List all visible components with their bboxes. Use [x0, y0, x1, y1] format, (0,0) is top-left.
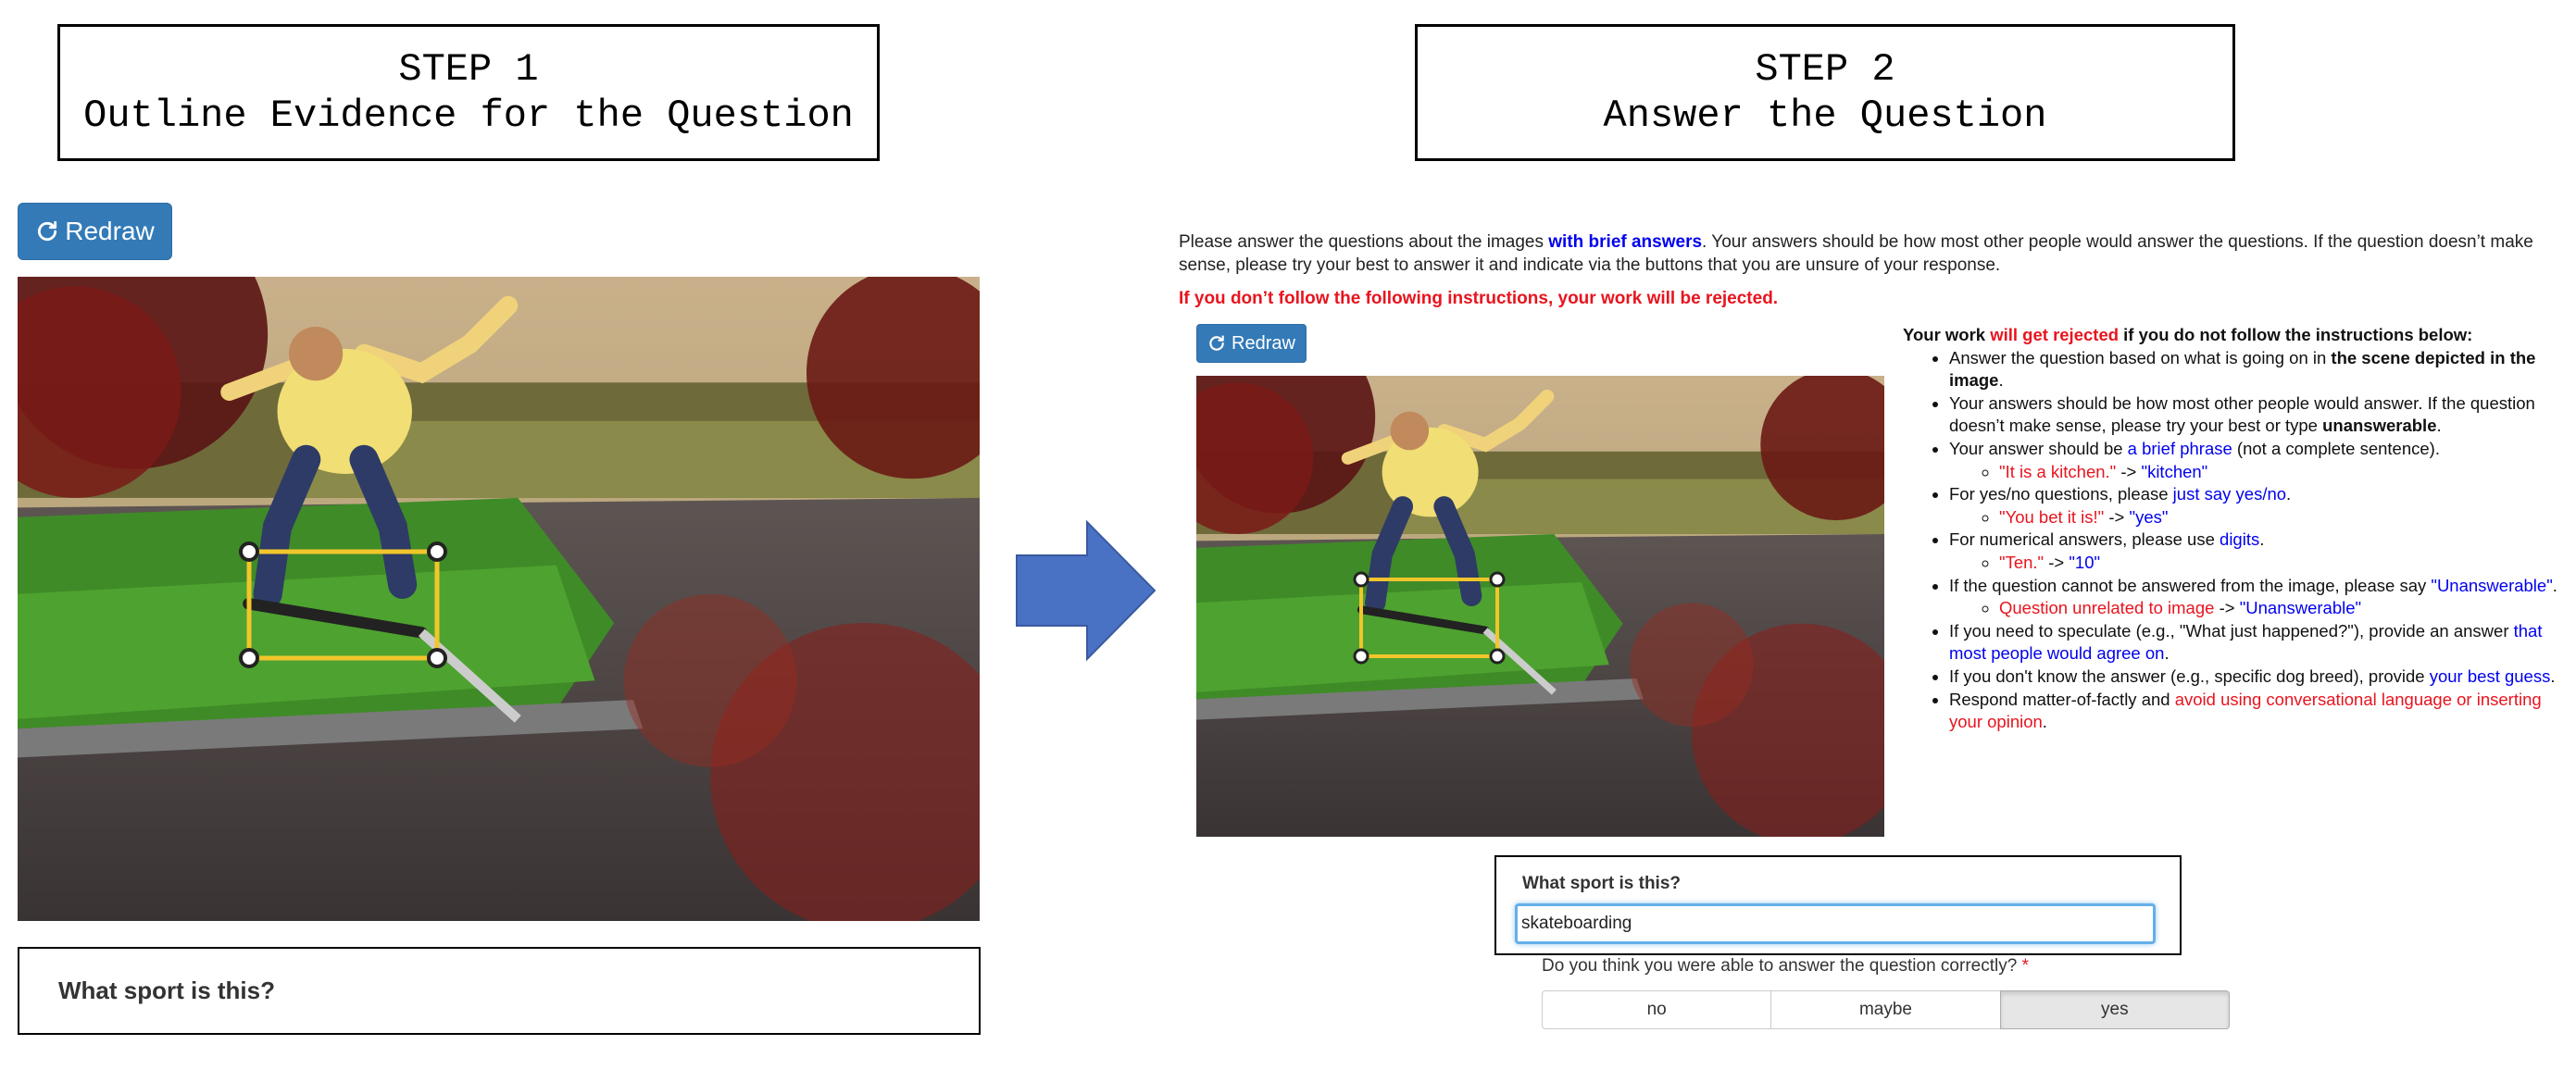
confidence-question: Do you think you were able to answer the…	[1542, 956, 2029, 976]
rule-item: If the question cannot be answered from …	[1949, 575, 2560, 620]
step2-title: STEP 2	[1755, 47, 1895, 92]
answer-input[interactable]	[1515, 903, 2156, 944]
rule-item: Your answers should be how most other pe…	[1949, 392, 2560, 438]
rule-item: Your answer should be a brief phrase (no…	[1949, 438, 2560, 483]
option-maybe-button[interactable]: maybe	[1770, 990, 2001, 1029]
step1-header: STEP 1 Outline Evidence for the Question	[57, 24, 880, 161]
rule-item: For numerical answers, please use digits…	[1949, 529, 2560, 574]
option-no-button[interactable]: no	[1542, 990, 1772, 1029]
right-arrow-icon	[1016, 520, 1157, 661]
step1-title: STEP 1	[398, 47, 539, 92]
rejection-warning: If you don’t follow the following instru…	[1179, 289, 1779, 308]
evidence-box-right[interactable]	[1196, 376, 1884, 837]
redraw-label: Redraw	[1232, 332, 1295, 354]
scene-image-right[interactable]	[1196, 376, 1884, 837]
rule-item: For yes/no questions, please just say ye…	[1949, 483, 2560, 529]
rules-heading: Your work will get rejected if you do no…	[1903, 325, 2473, 344]
drag-handle-icon[interactable]	[239, 541, 447, 668]
rule-example: "It is a kitchen." -> "kitchen"	[1999, 461, 2560, 484]
rule-example: "Ten." -> "10"	[1999, 552, 2560, 575]
step2-header: STEP 2 Answer the Question	[1415, 24, 2235, 161]
rule-item: If you need to speculate (e.g., "What ju…	[1949, 620, 2560, 666]
option-yes-button[interactable]: yes	[1999, 990, 2230, 1029]
rule-item: Answer the question based on what is goi…	[1949, 347, 2560, 392]
evidence-box-left[interactable]	[18, 277, 980, 921]
redraw-button-left[interactable]: Redraw	[18, 203, 172, 260]
rule-example: Question unrelated to image -> "Unanswer…	[1999, 597, 2560, 620]
intro-text-1: Please answer the questions about the im…	[1179, 232, 1549, 252]
rule-example: "You bet it is!" -> "yes"	[1999, 506, 2560, 529]
step1-subtitle: Outline Evidence for the Question	[83, 93, 854, 138]
step2-subtitle: Answer the Question	[1603, 93, 2047, 138]
confidence-options: no maybe yes	[1542, 990, 2230, 1029]
question-text-left: What sport is this?	[58, 977, 275, 1004]
rules-panel: Your work will get rejected if you do no…	[1903, 324, 2560, 734]
rule-item: Respond matter-of-factly and avoid using…	[1949, 689, 2560, 734]
rules-list: Answer the question based on what is goi…	[1903, 347, 2560, 734]
intro-emphasis: with brief answers	[1548, 232, 1703, 252]
scene-image-left[interactable]	[18, 277, 980, 921]
drag-handle-icon[interactable]	[1353, 571, 1506, 665]
redraw-label: Redraw	[65, 217, 155, 245]
question-box-left: What sport is this?	[18, 947, 981, 1035]
answer-question: What sport is this?	[1522, 874, 1681, 893]
instructions-intro: Please answer the questions about the im…	[1179, 230, 2563, 277]
redraw-icon	[1209, 335, 1224, 351]
answer-panel: What sport is this?	[1494, 855, 2182, 955]
redraw-button-right[interactable]: Redraw	[1196, 324, 1307, 363]
rule-item: If you don't know the answer (e.g., spec…	[1949, 666, 2560, 689]
redraw-icon	[38, 220, 57, 242]
